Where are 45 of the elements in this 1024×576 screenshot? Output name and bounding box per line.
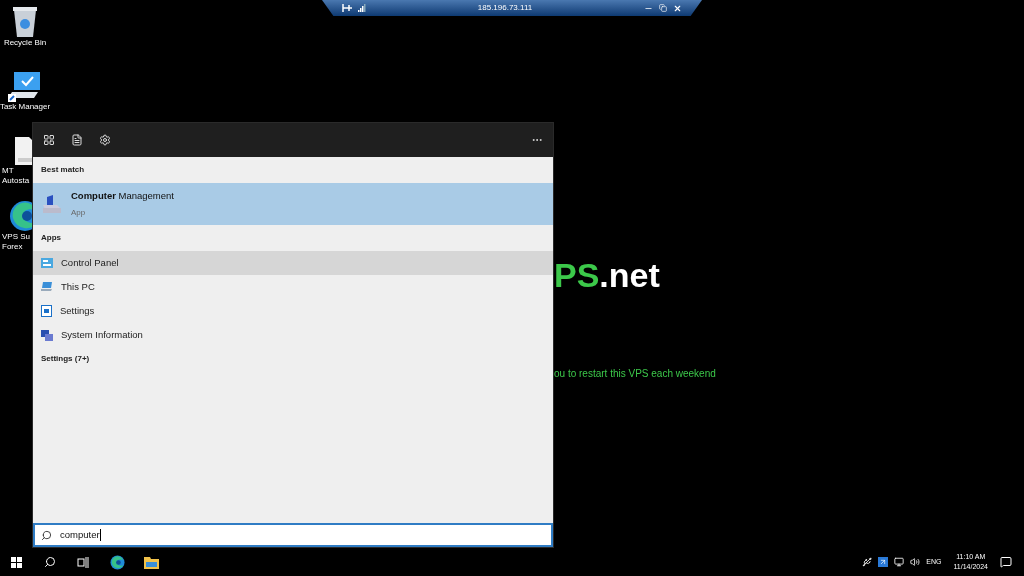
usb-icon[interactable] <box>862 557 873 567</box>
control-panel-icon <box>41 258 53 268</box>
computer-management-icon <box>41 193 63 215</box>
settings-filter-icon[interactable] <box>99 134 111 146</box>
network-icon[interactable] <box>894 557 905 567</box>
best-match-subtitle: App <box>71 207 87 220</box>
desktop-icon-label[interactable]: Recycle Bin <box>3 38 47 48</box>
app-result-item[interactable]: Settings <box>33 299 553 323</box>
laptop-icon <box>41 282 53 292</box>
task-view-icon[interactable] <box>77 556 89 568</box>
section-header: Best match <box>40 164 86 176</box>
desktop-icon-label[interactable]: Forex <box>2 242 23 252</box>
close-icon[interactable] <box>673 3 682 13</box>
system-info-icon <box>41 329 53 341</box>
settings-app-icon <box>41 305 52 317</box>
volume-icon[interactable] <box>910 557 921 567</box>
best-match-item[interactable]: Computer Management App <box>33 183 553 225</box>
connection-title: 185.196.73.111 <box>476 2 534 14</box>
desktop-icon-label[interactable]: Task Manager <box>0 102 51 112</box>
documents-filter-icon[interactable] <box>71 134 83 146</box>
search-icon[interactable] <box>44 556 56 568</box>
best-match-title: Computer Management <box>71 188 174 203</box>
folder-icon[interactable] <box>144 555 159 569</box>
desktop-icon-label[interactable]: Autosta <box>2 176 30 186</box>
notification-icon[interactable] <box>1000 556 1012 568</box>
signal-icon <box>358 4 366 12</box>
app-tray-icon[interactable] <box>878 557 889 567</box>
search-field[interactable]: computer <box>33 523 553 547</box>
recycle-bin-icon <box>10 4 40 38</box>
logo-text: PS.net <box>554 258 660 292</box>
desktop-icon-label[interactable]: MT <box>2 166 14 176</box>
app-result-item[interactable]: System Information <box>33 323 553 347</box>
restore-icon[interactable] <box>659 4 667 12</box>
apps-filter-icon[interactable] <box>43 134 55 146</box>
desktop-icon-label[interactable]: VPS Su <box>2 232 30 242</box>
pin-icon[interactable] <box>342 4 352 12</box>
section-header[interactable]: Settings (7+) <box>33 347 98 371</box>
browser-icon[interactable] <box>110 554 125 570</box>
search-icon <box>41 529 52 541</box>
start-icon[interactable] <box>11 556 22 568</box>
monitor-icon <box>8 70 42 102</box>
notice-text: ou to restart this VPS each weekend <box>554 367 716 381</box>
app-result-item[interactable]: Control Panel <box>33 251 553 275</box>
app-result-item[interactable]: This PC <box>33 275 553 299</box>
section-header: Apps <box>40 232 62 244</box>
